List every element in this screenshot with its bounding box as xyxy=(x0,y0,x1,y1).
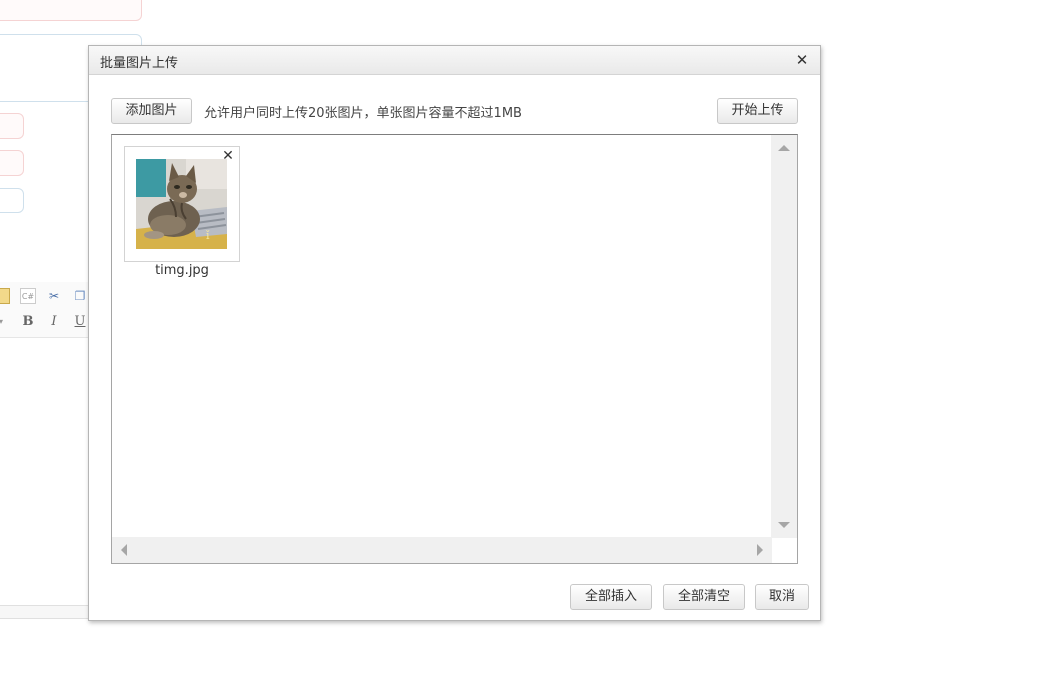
cancel-button[interactable]: 取消 xyxy=(755,584,809,610)
cat-photo-thumbnail: ǐ xyxy=(136,159,227,249)
copy-icon[interactable]: ❐ xyxy=(72,288,88,304)
cut-icon[interactable]: ✂ xyxy=(46,288,62,304)
background-input-field[interactable] xyxy=(0,0,142,21)
file-name: timg.jpg xyxy=(155,263,209,278)
vertical-scrollbar[interactable] xyxy=(771,135,797,538)
dialog-titlebar[interactable]: 批量图片上传 ✕ xyxy=(89,46,820,75)
scroll-up-arrow-icon[interactable] xyxy=(778,145,790,151)
code-icon[interactable]: C# xyxy=(20,288,36,304)
italic-icon[interactable]: I xyxy=(46,314,62,330)
svg-text:ǐ: ǐ xyxy=(206,229,210,242)
upload-tip: 允许用户同时上传20张图片，单张图片容量不超过1MB xyxy=(204,106,522,121)
paste-icon[interactable] xyxy=(0,288,10,304)
dialog-title: 批量图片上传 xyxy=(100,56,179,71)
underline-icon[interactable]: U xyxy=(72,314,88,330)
bold-icon[interactable]: B xyxy=(20,314,36,330)
add-image-button[interactable]: 添加图片 xyxy=(111,98,192,124)
file-item[interactable]: ✕ ǐ xyxy=(124,146,240,262)
editor-statusbar xyxy=(0,605,90,619)
editor-toolbar: C# ✂ ❐ ▾ B I U xyxy=(0,282,90,338)
page: C# ✂ ❐ ▾ B I U 批量图片上传 ✕ 添加图片 允许用户同时上传20张… xyxy=(0,0,1046,690)
background-input-field[interactable] xyxy=(0,188,24,213)
background-input-field[interactable] xyxy=(0,113,24,139)
scroll-left-arrow-icon[interactable] xyxy=(121,544,127,556)
clear-all-button[interactable]: 全部清空 xyxy=(663,584,745,610)
background-input-field[interactable] xyxy=(0,150,24,176)
horizontal-scrollbar[interactable] xyxy=(112,537,772,563)
font-color-icon[interactable]: ▾ xyxy=(0,314,8,330)
scroll-down-arrow-icon[interactable] xyxy=(778,522,790,528)
file-list-area: ✕ ǐ timg.jpg xyxy=(111,134,798,564)
start-upload-button[interactable]: 开始上传 xyxy=(717,98,798,124)
close-icon[interactable]: ✕ xyxy=(794,51,810,69)
batch-upload-dialog: 批量图片上传 ✕ 添加图片 允许用户同时上传20张图片，单张图片容量不超过1MB… xyxy=(88,45,821,621)
insert-all-button[interactable]: 全部插入 xyxy=(570,584,652,610)
scroll-right-arrow-icon[interactable] xyxy=(757,544,763,556)
